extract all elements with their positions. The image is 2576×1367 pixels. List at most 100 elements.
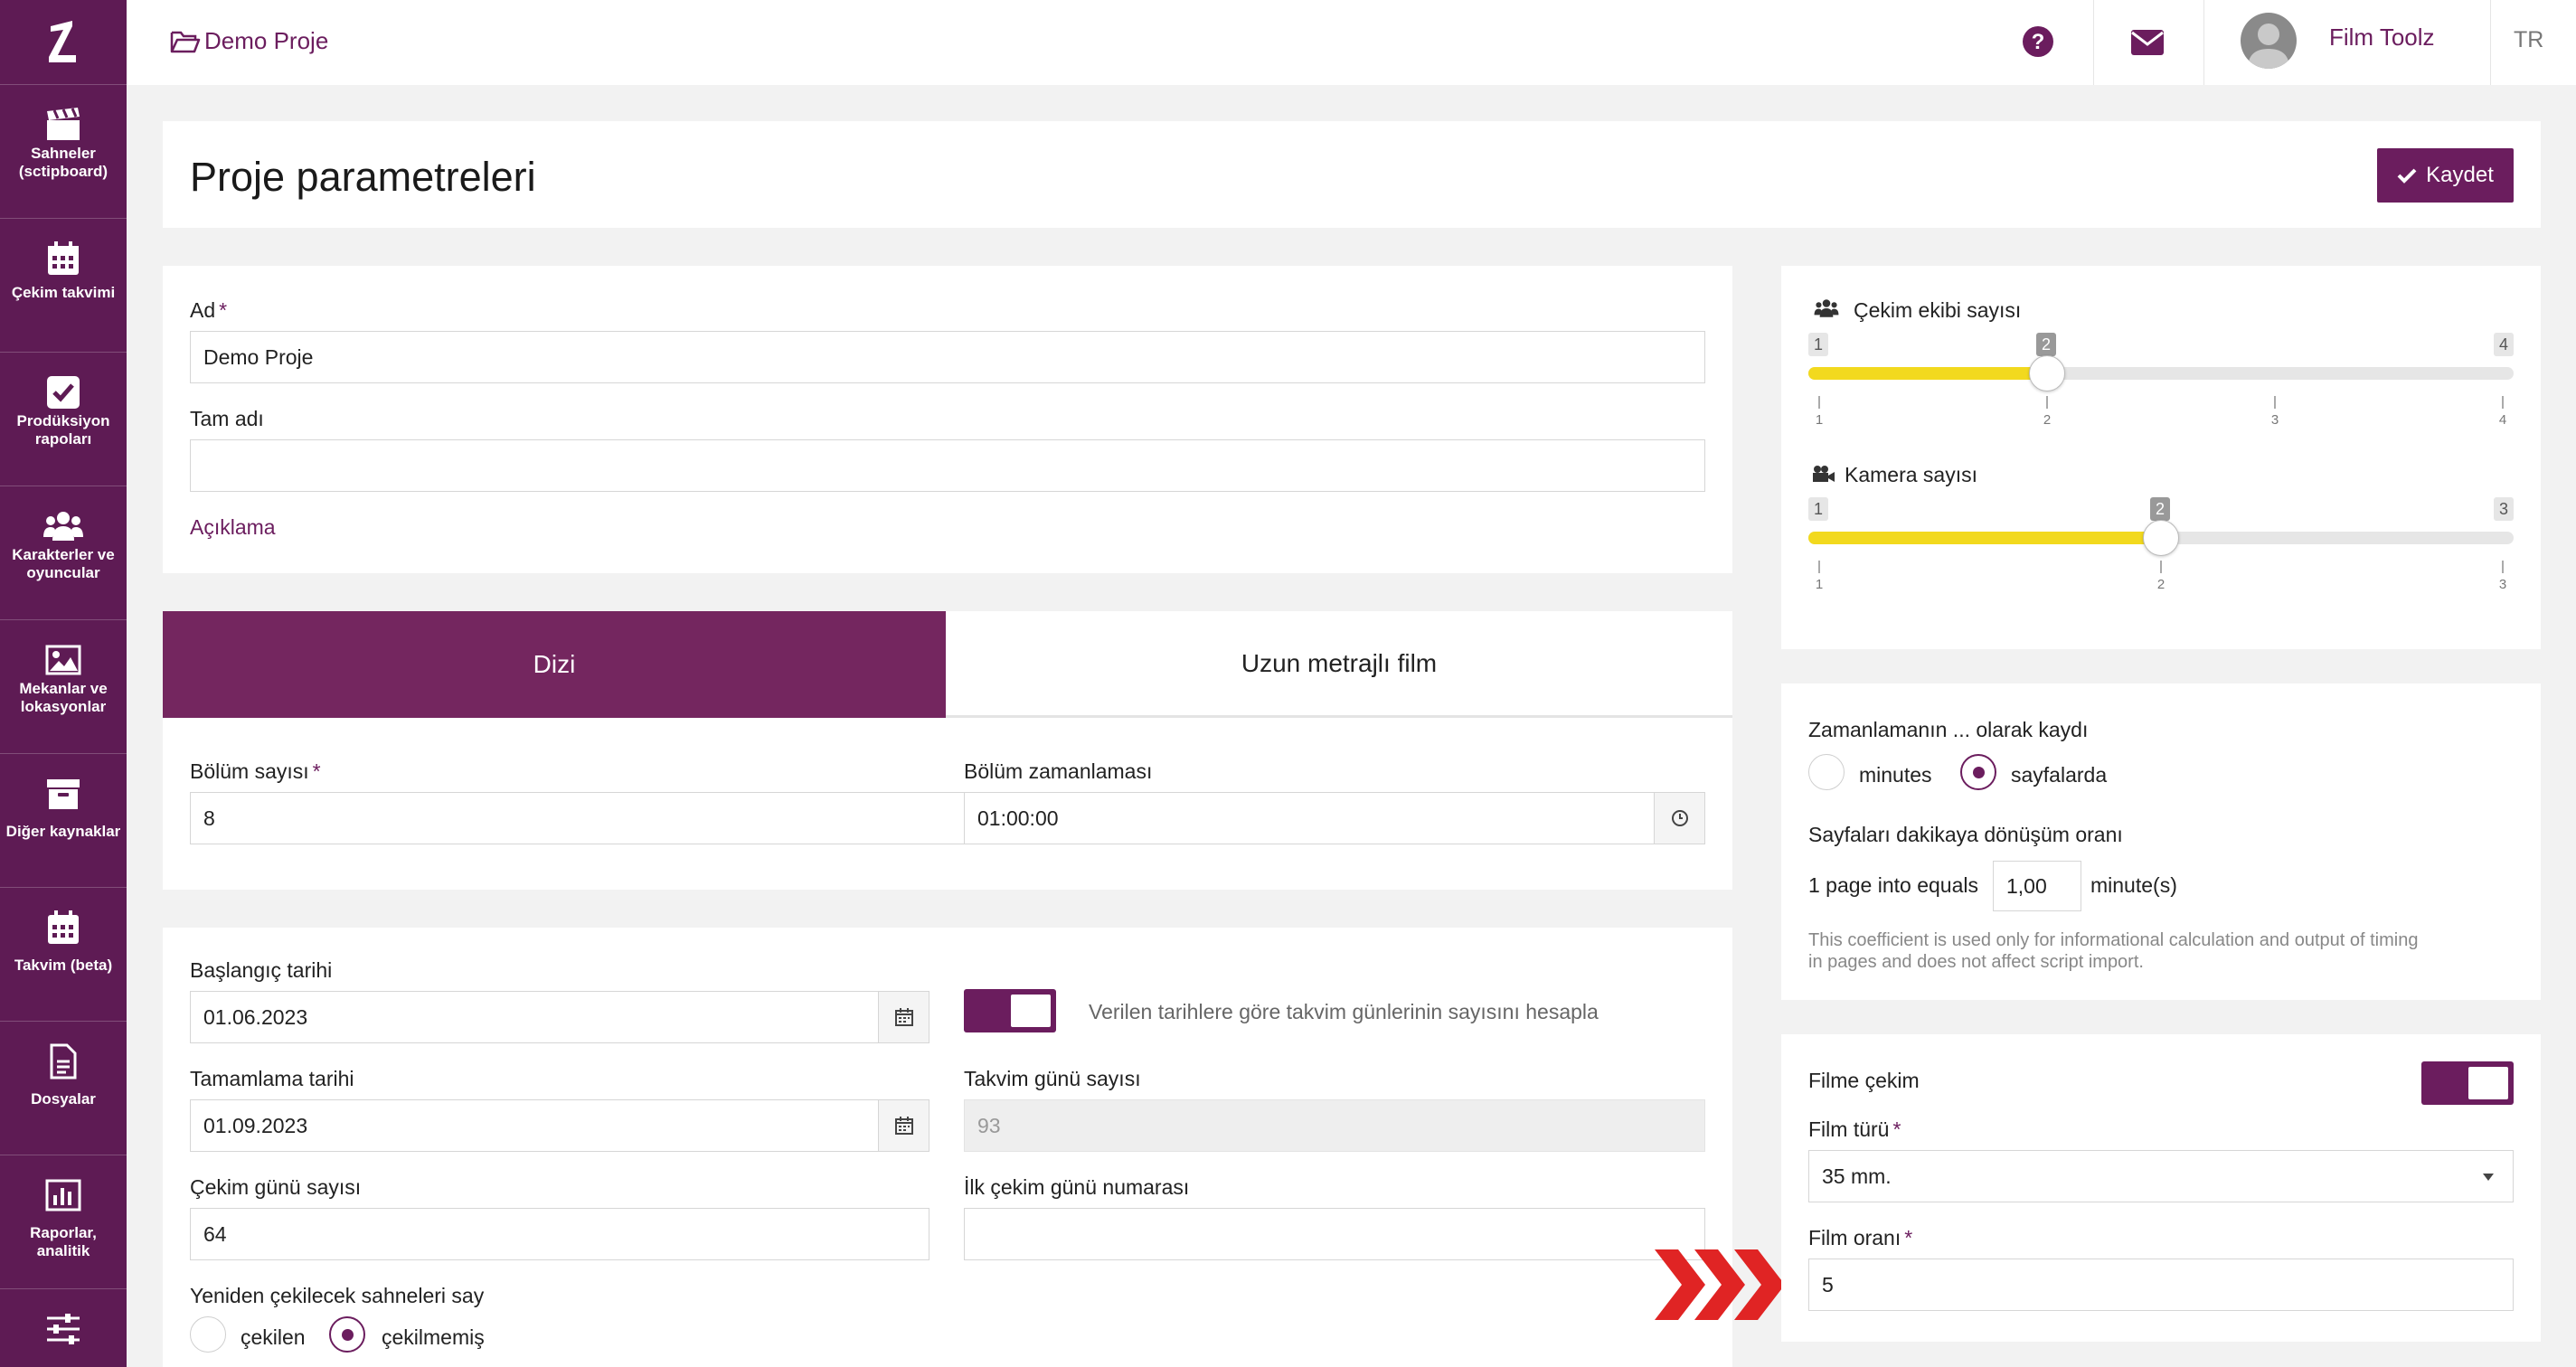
name-label: Ad * [190,298,228,322]
name-input[interactable]: Demo Proje [190,331,1705,383]
film-ratio-label: Film oranı * [1808,1226,1913,1249]
app-logo[interactable] [0,0,127,85]
calendar-beta-icon [43,908,83,947]
calendar-picker-icon[interactable] [878,992,929,1042]
header-divider [2203,0,2204,85]
dates-card: Başlangıç tarihi 01.06.2023 Verilen tari… [163,928,1732,1367]
sidebar-item-label: Dosyalar [31,1090,96,1108]
film-ratio-input[interactable]: 5 [1808,1259,2514,1311]
calculate-days-toggle[interactable] [964,989,1056,1032]
sidebar-item-settings[interactable] [0,1289,127,1367]
help-icon[interactable]: ? [2022,25,2054,58]
first-shoot-day-input[interactable] [964,1208,1705,1260]
reshoot-shot-label[interactable]: çekilen [241,1325,306,1350]
avatar[interactable] [2241,13,2297,69]
description-link[interactable]: Açıklama [190,515,276,540]
end-date-label: Tamamlama tarihi [190,1067,354,1090]
sidebar-item-label: Sahneler (sctipboard) [18,145,109,180]
tab-feature-film[interactable]: Uzun metrajlı film [946,611,1732,718]
header-divider [2490,0,2491,85]
slider-max-badge: 3 [2494,497,2514,521]
start-date-label: Başlangıç tarihi [190,958,333,982]
first-shoot-day-label: İlk çekim günü numarası [964,1175,1190,1199]
ratio-note-line: This coefficient is used only for inform… [1808,930,2419,950]
slider-value-badge: 2 [2036,333,2056,356]
camera-icon [1813,466,1835,482]
slider-tick-label: 3 [2498,577,2507,592]
reshoot-shot-radio[interactable] [190,1316,226,1353]
clapperboard-icon [43,105,83,145]
page-title-card: Proje parametreleri Kaydet [163,121,2541,228]
episode-timing-label: Bölüm zamanlaması [964,759,1153,783]
chevron-down-icon [2483,1174,2494,1181]
user-name[interactable]: Film Toolz [2329,24,2435,52]
sidebar-item-analytics[interactable]: Raporlar, analitik [0,1155,127,1289]
sidebar-item-label: Prodüksiyon rapoları [16,412,110,448]
ratio-input[interactable]: 1,00 [1993,861,2081,911]
slider-tick [2160,561,2162,573]
slider-handle[interactable] [2143,520,2179,556]
slider-min-badge: 1 [1808,497,1828,521]
episode-timing-input[interactable]: 01:00:00 [964,792,1705,844]
sidebar-item-files[interactable]: Dosyalar [0,1022,127,1155]
save-button-label: Kaydet [2426,163,2494,187]
header-divider [2093,0,2094,85]
sidebar-item-scenes[interactable]: Sahneler (sctipboard) [0,85,127,219]
ratio-note-line: in pages and does not affect script impo… [1808,952,2144,972]
timing-record-label: Zamanlamanın ... olarak kaydı [1808,718,2089,741]
language-switch[interactable]: TR [2514,27,2543,53]
sidebar-item-label: Raporlar, analitik [30,1224,97,1259]
film-type-select[interactable]: 35 mm. [1808,1150,2514,1202]
ratio-note: This coefficient is used only for inform… [1808,929,2532,973]
camera-count-label: Kamera sayısı [1845,463,1977,486]
timing-pages-label[interactable]: sayfalarda [2011,763,2107,787]
calendar-picker-icon[interactable] [878,1100,929,1151]
slider-handle[interactable] [2029,355,2065,391]
sidebar-item-schedule[interactable]: Çekim takvimi [0,219,127,353]
sidebar-item-resources[interactable]: Diğer kaynaklar [0,754,127,888]
calculate-days-label: Verilen tarihlere göre takvim günlerinin… [1089,1000,1599,1023]
camera-count-slider[interactable]: 1 3 2 1 2 3 [1808,497,2514,624]
fullname-label: Tam adı [190,407,264,430]
episodes-card: Bölüm sayısı * 8 Bölüm zamanlaması 01:00:… [163,718,1732,890]
end-date-input[interactable]: 01.09.2023 [190,1099,929,1152]
film-card: Filme çekim Film türü * 35 mm. Film oranı… [1781,1034,2541,1342]
breadcrumb-project[interactable]: Demo Proje [204,27,328,55]
save-button[interactable]: Kaydet [2377,148,2514,203]
page-title: Proje parametreleri [190,154,536,200]
start-date-input[interactable]: 01.06.2023 [190,991,929,1043]
mail-icon[interactable] [2130,29,2165,56]
reshoot-unshot-label[interactable]: çekilmemiş [382,1325,485,1350]
episode-count-label: Bölüm sayısı * [190,759,321,783]
episode-count-input[interactable]: 8 [190,792,1092,844]
slider-tick [1818,396,1820,409]
slider-fill [1808,367,2047,380]
slider-max-badge: 4 [2494,333,2514,356]
sidebar-item-label: Takvim (beta) [14,957,113,974]
reshoot-unshot-radio[interactable] [329,1316,365,1353]
slider-tick [2046,396,2048,409]
clock-icon[interactable] [1654,793,1704,844]
slider-min-badge: 1 [1808,333,1828,356]
timing-pages-radio[interactable] [1960,754,1996,790]
timing-minutes-label[interactable]: minutes [1859,763,1932,787]
sidebar-item-characters[interactable]: Karakterler ve oyuncular [0,486,127,620]
sidebar-item-locations[interactable]: Mekanlar ve lokasyonlar [0,620,127,754]
timing-minutes-radio[interactable] [1808,754,1845,790]
file-icon [43,1042,83,1081]
sidebar-item-reports[interactable]: Prodüksiyon rapoları [0,353,127,486]
chevron-right-indicator-icon [1655,1249,1785,1320]
slider-tick-label: 2 [2156,577,2166,592]
slider-tick [2502,561,2504,573]
film-shoot-toggle[interactable] [2421,1061,2514,1105]
shoot-days-input[interactable]: 64 [190,1208,929,1260]
sidebar-item-calendar-beta[interactable]: Takvim (beta) [0,888,127,1022]
ratio-suffix: minute(s) [2090,873,2177,897]
fullname-input[interactable] [190,439,1705,492]
tab-series[interactable]: Dizi [163,611,946,718]
svg-text:?: ? [2032,30,2045,54]
ratio-prefix: 1 page into equals [1808,873,1978,897]
breadcrumb[interactable]: Demo Proje [170,27,328,55]
crew-count-slider[interactable]: 1 4 2 1 2 3 4 [1808,333,2514,459]
sidebar-item-label: Diğer kaynaklar [5,823,121,840]
